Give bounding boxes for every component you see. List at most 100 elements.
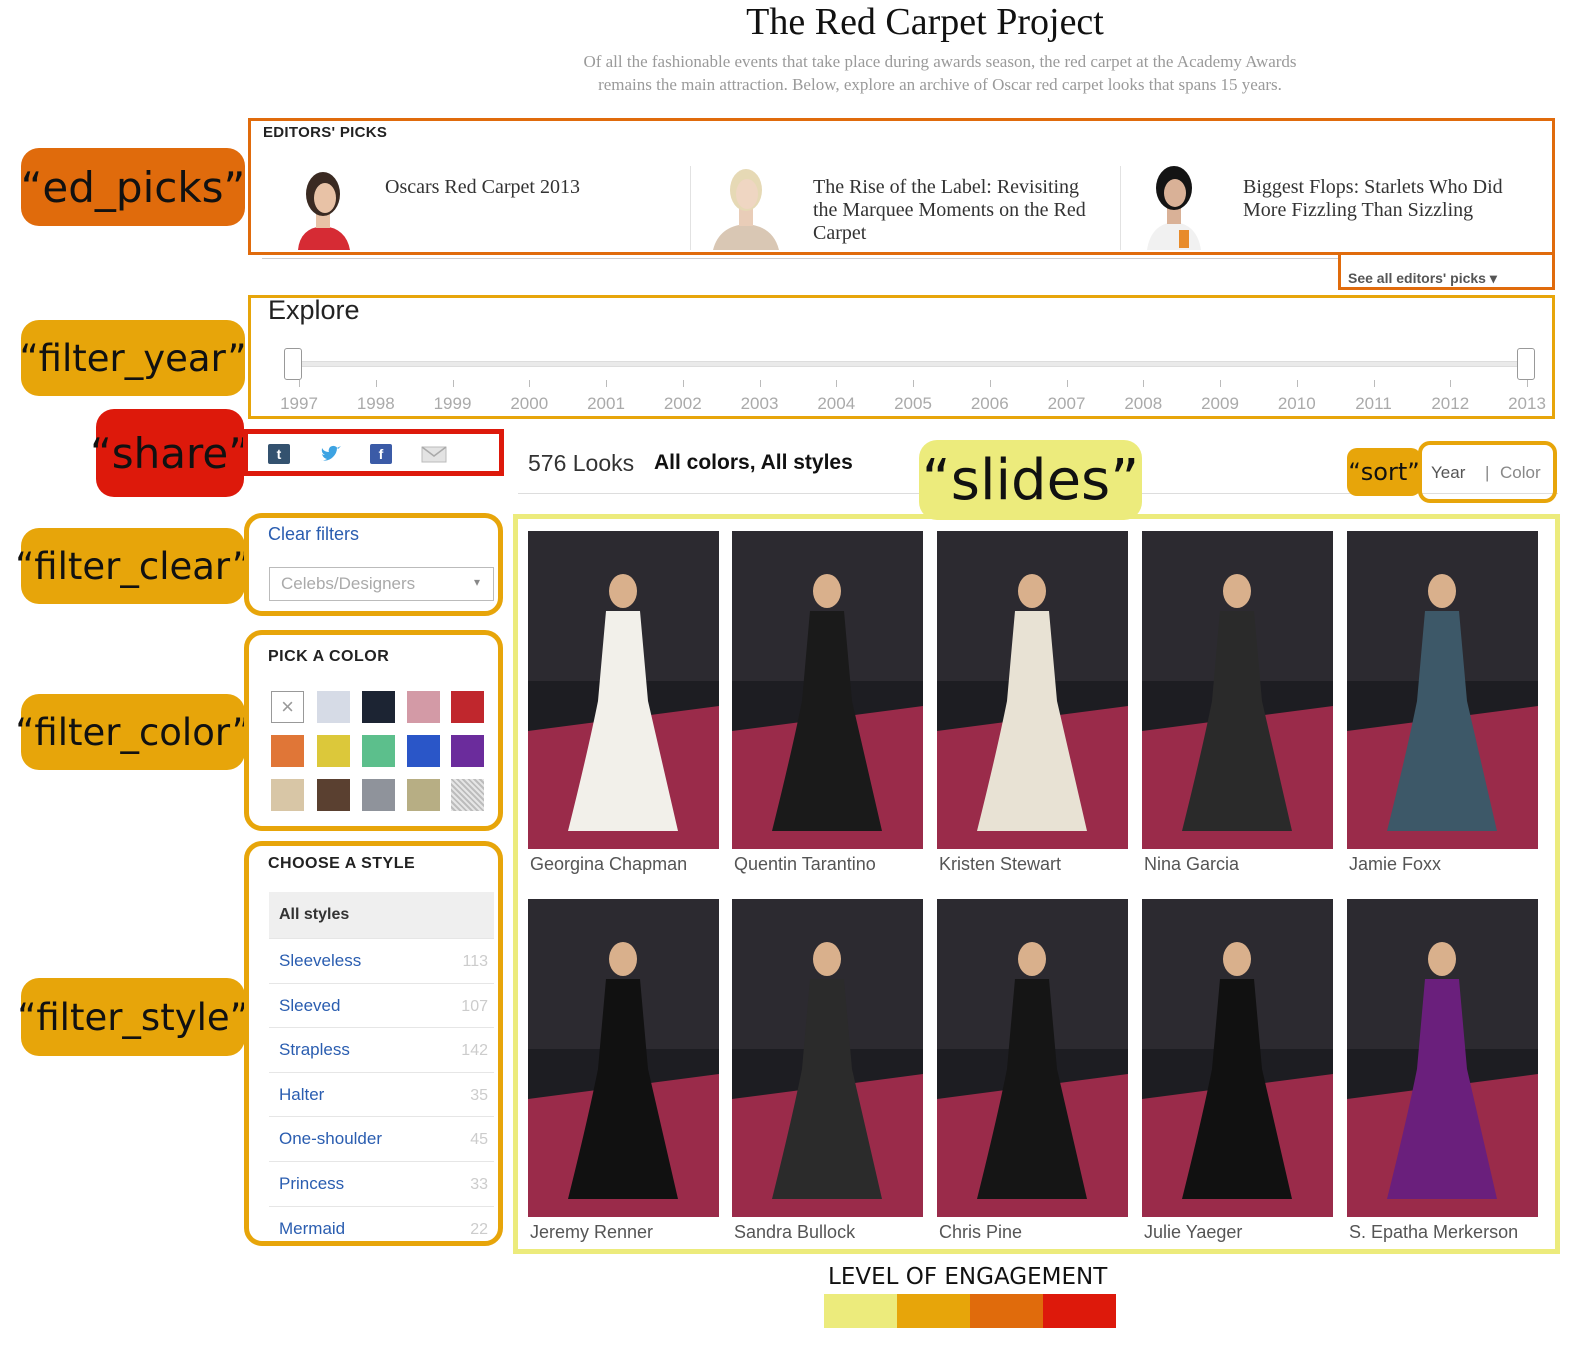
year-label[interactable]: 2004 bbox=[806, 394, 866, 414]
sort-by-color[interactable]: Color bbox=[1500, 463, 1541, 483]
color-swatch[interactable] bbox=[362, 691, 395, 723]
slide-photo[interactable] bbox=[528, 899, 719, 1217]
year-label[interactable]: 2001 bbox=[576, 394, 636, 414]
editors-pick-title-3[interactable]: Biggest Flops: Starlets Who Did More Fiz… bbox=[1243, 176, 1533, 222]
year-slider-track[interactable] bbox=[292, 361, 1528, 367]
style-option[interactable]: Mermaid 22 bbox=[269, 1205, 494, 1251]
year-label[interactable]: 1998 bbox=[346, 394, 406, 414]
slide-caption[interactable]: Julie Yaeger bbox=[1144, 1222, 1242, 1243]
explore-label: Explore bbox=[268, 295, 360, 325]
email-icon[interactable] bbox=[421, 444, 447, 464]
editors-pick-divider bbox=[1120, 166, 1121, 250]
slide-photo[interactable] bbox=[528, 531, 719, 849]
slide-photo[interactable] bbox=[1142, 531, 1333, 849]
slide-photo[interactable] bbox=[732, 899, 923, 1217]
color-swatch[interactable] bbox=[451, 779, 484, 811]
year-label[interactable]: 1999 bbox=[423, 394, 483, 414]
slide-caption[interactable]: Georgina Chapman bbox=[530, 854, 687, 875]
color-swatch[interactable] bbox=[317, 691, 350, 723]
style-option-label: Princess bbox=[279, 1174, 345, 1193]
year-slider-start-handle[interactable] bbox=[284, 348, 302, 380]
year-tick bbox=[682, 380, 684, 387]
year-tick bbox=[452, 380, 454, 387]
tumblr-icon[interactable]: t bbox=[268, 444, 290, 464]
year-tick bbox=[989, 380, 991, 387]
slide-photo[interactable] bbox=[1142, 899, 1333, 1217]
year-label[interactable]: 2000 bbox=[499, 394, 559, 414]
slide-photo[interactable] bbox=[1347, 531, 1538, 849]
year-label[interactable]: 2007 bbox=[1037, 394, 1097, 414]
slide-caption[interactable]: Chris Pine bbox=[939, 1222, 1022, 1243]
year-label[interactable]: 2005 bbox=[883, 394, 943, 414]
style-option[interactable]: Halter 35 bbox=[269, 1071, 494, 1117]
color-swatch[interactable] bbox=[451, 735, 484, 767]
clear-filters-link[interactable]: Clear filters bbox=[268, 524, 359, 545]
year-label[interactable]: 2012 bbox=[1420, 394, 1480, 414]
year-tick bbox=[1373, 380, 1375, 387]
slide-caption[interactable]: Jamie Foxx bbox=[1349, 854, 1441, 875]
year-label[interactable]: 2010 bbox=[1267, 394, 1327, 414]
year-label[interactable]: 2009 bbox=[1190, 394, 1250, 414]
slide-caption[interactable]: Jeremy Renner bbox=[530, 1222, 653, 1243]
celebs-designers-select[interactable]: Celebs/Designers bbox=[269, 567, 494, 601]
style-option[interactable]: Princess 33 bbox=[269, 1161, 494, 1206]
active-filters-label: All colors, All styles bbox=[654, 451, 853, 474]
color-swatch[interactable] bbox=[407, 735, 440, 767]
year-label[interactable]: 2011 bbox=[1344, 394, 1404, 414]
color-swatch[interactable] bbox=[451, 691, 484, 723]
year-label[interactable]: 2006 bbox=[960, 394, 1020, 414]
color-swatch[interactable] bbox=[362, 735, 395, 767]
year-label[interactable]: 2003 bbox=[730, 394, 790, 414]
editors-pick-thumbnail-3[interactable] bbox=[1139, 160, 1209, 250]
slide-caption[interactable]: Kristen Stewart bbox=[939, 854, 1061, 875]
color-swatch[interactable] bbox=[271, 735, 304, 767]
color-swatch[interactable] bbox=[362, 779, 395, 811]
slide-caption[interactable]: Quentin Tarantino bbox=[734, 854, 876, 875]
legend-color-step bbox=[1043, 1294, 1116, 1328]
style-option-all[interactable]: All styles bbox=[269, 892, 494, 938]
color-swatch[interactable] bbox=[317, 779, 350, 811]
slide-photo[interactable] bbox=[937, 531, 1128, 849]
style-option-label: Sleeved bbox=[279, 995, 341, 1015]
annotation-sort: “sort” bbox=[1347, 448, 1421, 496]
slide-caption[interactable]: Sandra Bullock bbox=[734, 1222, 855, 1243]
color-swatch[interactable] bbox=[271, 779, 304, 811]
style-option[interactable]: One-shoulder 45 bbox=[269, 1116, 494, 1161]
editors-pick-title-2[interactable]: The Rise of the Label: Revisiting the Ma… bbox=[813, 176, 1103, 245]
year-label[interactable]: 2008 bbox=[1113, 394, 1173, 414]
slide-caption[interactable]: S. Epatha Merkerson bbox=[1349, 1222, 1518, 1243]
slide-photo[interactable] bbox=[1347, 899, 1538, 1217]
color-swatch[interactable] bbox=[407, 779, 440, 811]
year-label[interactable]: 1997 bbox=[269, 394, 329, 414]
slide-caption[interactable]: Nina Garcia bbox=[1144, 854, 1239, 875]
editors-pick-thumbnail-1[interactable] bbox=[288, 160, 358, 250]
year-tick bbox=[1066, 380, 1068, 387]
color-swatch[interactable] bbox=[317, 735, 350, 767]
style-option-label: One-shoulder bbox=[279, 1129, 383, 1149]
style-option-label: Halter bbox=[279, 1084, 325, 1104]
sort-by-year[interactable]: Year bbox=[1431, 463, 1465, 483]
twitter-icon[interactable] bbox=[320, 444, 342, 464]
year-label[interactable]: 2002 bbox=[653, 394, 713, 414]
style-option[interactable]: Sleeved 107 bbox=[269, 982, 494, 1028]
see-all-editors-picks-link[interactable]: See all editors' picks ▾ bbox=[1348, 270, 1497, 287]
chevron-down-icon: ▾ bbox=[474, 575, 481, 589]
style-option[interactable]: Strapless 142 bbox=[269, 1027, 494, 1072]
style-option[interactable]: Sleeveless 113 bbox=[269, 938, 494, 983]
page-subtitle: Of all the fashionable events that take … bbox=[440, 50, 1440, 96]
annotation-share: “share” bbox=[90, 409, 250, 497]
style-option-count: 45 bbox=[470, 1131, 488, 1149]
editors-pick-divider bbox=[690, 166, 691, 250]
year-slider-end-handle[interactable] bbox=[1517, 348, 1535, 380]
slide-photo[interactable] bbox=[732, 531, 923, 849]
year-tick bbox=[529, 380, 531, 387]
color-swatch[interactable] bbox=[407, 691, 440, 723]
editors-pick-thumbnail-2[interactable] bbox=[711, 160, 781, 250]
clear-color-swatch[interactable]: × bbox=[271, 691, 304, 723]
subtitle-line-2: remains the main attraction. Below, expl… bbox=[598, 75, 1282, 94]
year-label[interactable]: 2013 bbox=[1497, 394, 1557, 414]
slide-photo[interactable] bbox=[937, 899, 1128, 1217]
editors-pick-title-1[interactable]: Oscars Red Carpet 2013 bbox=[385, 176, 675, 199]
sort-separator: | bbox=[1485, 463, 1490, 482]
facebook-icon[interactable]: f bbox=[370, 444, 392, 464]
